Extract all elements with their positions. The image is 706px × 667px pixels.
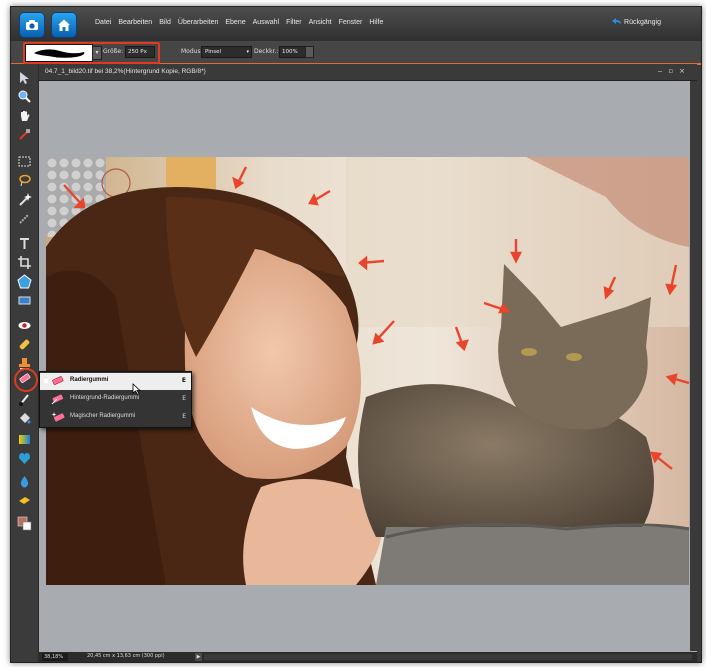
zoom-field[interactable]: 38,18% [42,653,68,661]
document-title: 04.7_1_bild20.tif bei 38,2%(Hintergrund … [45,68,206,75]
menu-item-auswahl[interactable]: Auswahl [253,19,279,26]
sponge-tool-icon[interactable] [17,493,32,508]
horizontal-scrollbar[interactable] [204,654,692,660]
mode-value: Pinsel [205,49,221,55]
status-menu-button[interactable]: ▶ [195,653,202,661]
healing-brush-tool-icon[interactable] [17,337,32,352]
flyout-item-shortcut: E [182,413,186,420]
recompose-tool-icon[interactable] [17,274,32,289]
tool-options-bar: ▾ Größe: 250 Px Modus: Pinsel ▾ Deckkr.: … [11,41,701,65]
menu-item-hilfe[interactable]: Hilfe [369,19,383,26]
opacity-field[interactable]: 100% [279,46,307,58]
type-tool-icon[interactable] [17,236,32,251]
toolbox [11,64,39,662]
undo-button[interactable]: Rückgängig [611,17,661,26]
eraser-icon [52,376,64,385]
flyout-item-shortcut: E [182,395,186,402]
menu-item-fenster[interactable]: Fenster [339,19,363,26]
zoom-tool-icon[interactable] [17,89,32,104]
chevron-down-icon: ▾ [246,49,249,55]
camera-logo-icon[interactable] [19,12,45,38]
color-swatches-icon[interactable] [17,516,32,531]
selected-bullet [44,379,48,383]
brush-tool-icon[interactable] [17,392,32,407]
window-controls[interactable]: ‒▫× [658,67,691,75]
flyout-item-label: Radiergummi [70,377,109,383]
hand-tool-icon[interactable] [17,108,32,123]
status-bar: 38,18% 20,45 cm x 13,63 cm (300 ppi) ▶ [39,652,697,662]
selection-brush-tool-icon[interactable] [17,211,32,226]
menu-bar: Datei Bearbeiten Bild Überarbeiten Ebene… [11,7,701,41]
blur-tool-icon[interactable] [17,474,32,489]
paint-bucket-tool-icon[interactable] [17,411,32,426]
red-eye-tool-icon[interactable] [17,318,32,333]
move-tool-icon[interactable] [17,70,32,85]
magic-wand-tool-icon[interactable] [17,192,32,207]
app-window: Datei Bearbeiten Bild Überarbeiten Ebene… [10,6,702,663]
magic-eraser-icon [51,412,65,422]
flyout-item-hintergrund-radiergummi[interactable]: Hintergrund-Radiergummi E [40,391,191,408]
crop-tool-icon[interactable] [17,255,32,270]
menu-item-bild[interactable]: Bild [159,19,171,26]
opacity-label: Deckkr.: [254,48,279,55]
menu-item-ebene[interactable]: Ebene [225,19,245,26]
menu-item-bearbeiten[interactable]: Bearbeiten [118,19,152,26]
flyout-item-label: Magischer Radiergummi [70,413,136,419]
menu-item-datei[interactable]: Datei [95,19,111,26]
document-dimensions: 20,45 cm x 13,63 cm (300 ppi) [87,653,165,659]
undo-label: Rückgängig [624,19,661,26]
mode-label: Modus: [181,48,203,55]
background-eraser-icon [51,394,64,405]
main-menu: Datei Bearbeiten Bild Überarbeiten Ebene… [95,19,390,26]
marquee-tool-icon[interactable] [17,154,32,169]
straighten-tool-icon[interactable] [17,293,32,308]
menu-item-ueberarbeiten[interactable]: Überarbeiten [178,19,218,26]
menu-item-ansicht[interactable]: Ansicht [309,19,332,26]
flyout-item-radiergummi[interactable]: Radiergummi E [40,373,191,395]
menu-item-filter[interactable]: Filter [286,19,302,26]
document-title-bar: 04.7_1_bild20.tif bei 38,2%(Hintergrund … [39,64,697,81]
gradient-tool-icon[interactable] [17,432,32,447]
mode-select[interactable]: Pinsel ▾ [201,46,252,58]
eraser-tool-flyout: Radiergummi E Hintergrund-Radiergummi E … [39,371,192,428]
eyedropper-tool-icon[interactable] [17,127,32,142]
flyout-item-label: Hintergrund-Radiergummi [70,395,140,401]
home-icon[interactable] [51,12,77,38]
undo-icon [612,18,622,24]
lasso-tool-icon[interactable] [17,173,32,188]
eraser-tool-icon[interactable] [17,371,32,386]
vertical-scrollbar[interactable] [690,81,697,651]
shape-tool-icon[interactable] [17,451,32,466]
document-window: 04.7_1_bild20.tif bei 38,2%(Hintergrund … [39,64,697,662]
highlight-box [23,42,160,64]
opacity-slider-button[interactable] [305,46,314,58]
flyout-item-shortcut: E [181,377,186,384]
flyout-item-magischer-radiergummi[interactable]: Magischer Radiergummi E [40,409,191,426]
